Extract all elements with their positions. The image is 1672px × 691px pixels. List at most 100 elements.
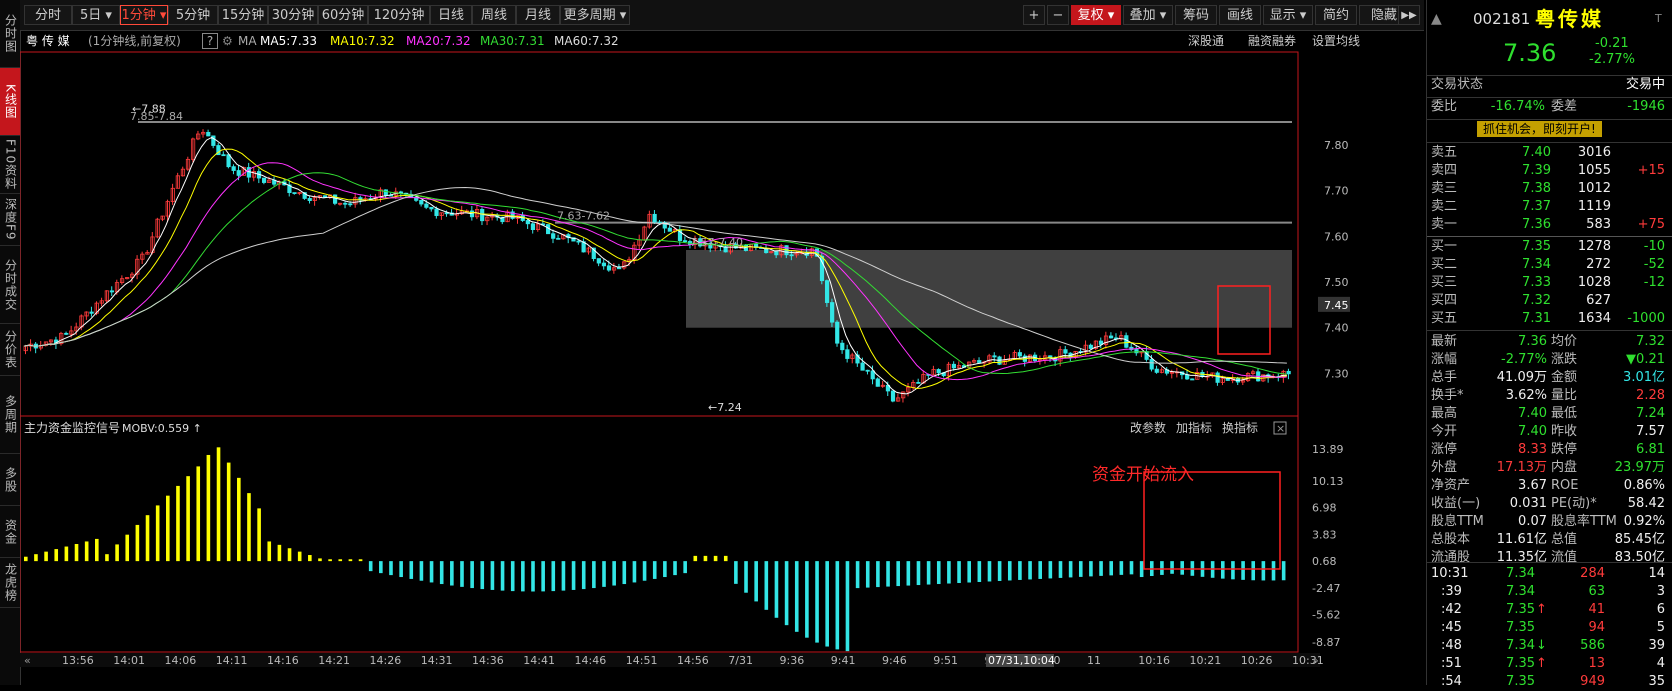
left-tab-6[interactable]: 多周期 xyxy=(0,376,20,454)
stat-row-3: 换手* 3.62% 量比 2.28 xyxy=(1427,387,1672,405)
indicator-link-params[interactable]: 改参数 xyxy=(1130,420,1166,435)
stat-label: 涨幅 xyxy=(1431,352,1458,367)
toolbar-button-0[interactable]: + xyxy=(1023,5,1045,25)
signal-bar xyxy=(551,561,556,592)
period-button-5[interactable]: 30分钟 xyxy=(268,5,318,25)
signal-bar xyxy=(54,549,59,562)
stat-label: 总手 xyxy=(1431,370,1458,385)
left-tab-8[interactable]: 资金 xyxy=(0,506,20,558)
signal-bar xyxy=(358,559,363,562)
time-axis-label: 14:51 xyxy=(626,654,658,667)
signal-bar xyxy=(855,561,860,589)
candle-body xyxy=(936,369,941,374)
bid-change: -52 xyxy=(1643,257,1665,272)
mobv-value: MOBV:0.559 ↑ xyxy=(122,422,202,435)
candle-body xyxy=(596,258,601,264)
collapse-button[interactable]: ▶▶ xyxy=(1398,5,1420,25)
toolbar-button-6[interactable]: 显示 ▾ xyxy=(1263,5,1313,25)
indicator-link-switch[interactable]: 换指标 xyxy=(1222,420,1258,435)
price-change-pct: -2.77% xyxy=(1589,52,1635,67)
signal-bar xyxy=(399,561,403,578)
indicator-link-add[interactable]: 加指标 xyxy=(1176,420,1212,435)
signal-bar xyxy=(1078,561,1083,577)
left-tab-7[interactable]: 多股 xyxy=(0,454,20,506)
price-axis-label: 7.80 xyxy=(1324,139,1349,152)
toolbar-button-2[interactable]: 复权 ▾ xyxy=(1071,5,1121,25)
left-tab-4[interactable]: 分时成交 xyxy=(0,246,20,324)
signal-bar xyxy=(115,544,119,562)
toolbar-button-1[interactable]: − xyxy=(1047,5,1069,25)
stat-value: 7.40 xyxy=(1518,424,1547,439)
bid-volume: 627 xyxy=(1586,293,1611,308)
settings-icon[interactable]: T xyxy=(1655,6,1662,32)
stat-label: 跌停 xyxy=(1551,442,1578,457)
signal-bar xyxy=(794,561,799,632)
stat-label: 股息TTM xyxy=(1431,514,1484,529)
left-tab-0[interactable]: 分时图 xyxy=(0,0,20,68)
time-axis-label: 14:11 xyxy=(216,654,248,667)
time-axis-label: 14:21 xyxy=(318,654,350,667)
toolbar-button-3[interactable]: 叠加 ▾ xyxy=(1123,5,1173,25)
toolbar-button-7[interactable]: 简约 xyxy=(1315,5,1357,25)
signal-bar xyxy=(267,541,272,562)
ask-label: 卖三 xyxy=(1431,181,1458,196)
candle-body xyxy=(525,220,530,225)
signal-bar xyxy=(703,555,708,562)
signal-bar xyxy=(541,561,545,592)
period-button-6[interactable]: 60分钟 xyxy=(318,5,368,25)
candle-body xyxy=(261,177,267,183)
period-button-8[interactable]: 日线 xyxy=(430,5,472,25)
tick-price: 7.34 xyxy=(1506,584,1535,599)
signal-bar xyxy=(1068,561,1073,578)
period-button-0[interactable]: 分时 xyxy=(24,5,72,25)
period-button-3[interactable]: 5分钟 xyxy=(168,5,218,25)
left-tab-3[interactable]: 深度F9 xyxy=(0,194,20,246)
signal-bar xyxy=(957,561,961,584)
candle-body xyxy=(1124,335,1129,348)
period-button-7[interactable]: 120分钟 xyxy=(368,5,430,25)
toolbar-button-4[interactable]: 筹码 xyxy=(1175,5,1217,25)
up-arrow-icon[interactable]: ▲ xyxy=(1431,6,1442,32)
stat-label: 涨跌 xyxy=(1551,352,1578,367)
left-tab-1[interactable]: K线图 xyxy=(0,68,20,136)
open-account-promo[interactable]: 抓住机会，即刻开户! xyxy=(1477,121,1602,137)
period-button-11[interactable]: 更多周期 ▾ xyxy=(560,5,630,25)
signal-bar xyxy=(1231,561,1235,580)
tick-volume: 949 xyxy=(1580,674,1605,689)
signal-bar xyxy=(1170,561,1174,574)
period-button-9[interactable]: 周线 xyxy=(472,5,516,25)
candle-body xyxy=(1088,344,1093,349)
period-button-2[interactable]: 1分钟 ▾ xyxy=(120,5,168,25)
left-tab-9[interactable]: 龙虎榜 xyxy=(0,558,20,608)
indicator-axis-label: -5.62 xyxy=(1312,609,1340,622)
candle-body xyxy=(64,332,69,335)
period-button-4[interactable]: 15分钟 xyxy=(218,5,268,25)
signal-bar xyxy=(1261,561,1266,581)
candle-body xyxy=(348,203,353,206)
signal-bar xyxy=(815,561,819,643)
scroll-left-icon[interactable]: « xyxy=(24,654,31,667)
signal-bar xyxy=(145,515,150,562)
close-icon-glyph[interactable]: × xyxy=(1276,422,1285,435)
signal-bar xyxy=(1139,561,1144,578)
kline-chart[interactable]: 7.807.707.607.507.407.307.45←7.887.85-7.… xyxy=(20,30,1426,685)
candle-body xyxy=(307,198,312,201)
scroll-right-icon[interactable]: » xyxy=(1312,654,1319,667)
bid-price: 7.33 xyxy=(1522,275,1551,290)
time-axis-label: 14:01 xyxy=(113,654,145,667)
left-tab-5[interactable]: 分价表 xyxy=(0,324,20,376)
candle-body xyxy=(89,311,94,314)
period-button-10[interactable]: 月线 xyxy=(516,5,560,25)
left-tab-2[interactable]: F10资料 xyxy=(0,136,20,194)
tick-count: 35 xyxy=(1648,674,1665,689)
period-toolbar: 分时 5日 ▾ 1分钟 ▾ 5分钟 15分钟 30分钟 60分钟 120分钟 日线 周线 月线 更多周… xyxy=(20,0,1424,31)
price-change: -0.21 xyxy=(1595,36,1629,51)
signal-bar xyxy=(450,561,454,586)
tick-price: 7.35 xyxy=(1506,674,1535,689)
stat-value: 17.13万 xyxy=(1496,460,1547,475)
period-button-1[interactable]: 5日 ▾ xyxy=(72,5,120,25)
stat-label: ROE xyxy=(1551,478,1579,493)
toolbar-button-5[interactable]: 画线 xyxy=(1219,5,1261,25)
candle-body xyxy=(1190,378,1195,381)
signal-bar xyxy=(74,544,79,562)
